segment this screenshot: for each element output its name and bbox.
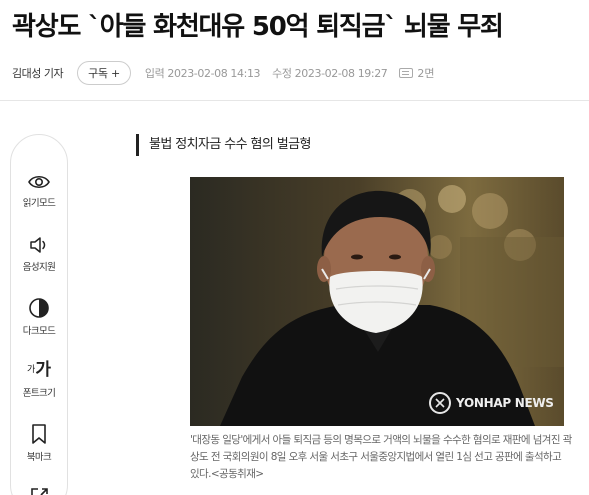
reporter-name[interactable]: 김대성 기자: [12, 65, 64, 81]
article-meta: 김대성 기자 구독 + 입력 2023-02-08 14:13 수정 2023-…: [12, 60, 582, 86]
photo-caption: '대장동 일당'에게서 아들 퇴직금 등의 명목으로 거액의 뇌물을 수수한 혐…: [190, 434, 572, 480]
share-icon: [31, 488, 48, 495]
newspaper-icon: [399, 68, 414, 78]
contrast-icon: [29, 298, 49, 318]
article-photo[interactable]: YONHAP NEWS: [190, 177, 564, 426]
reading-mode-button[interactable]: 읽기모드: [11, 173, 67, 209]
speaker-icon: [30, 237, 46, 253]
article-headline: 곽상도 `아들 화천대유 50억 퇴직금` 뇌물 무죄: [12, 12, 504, 42]
page-number: 2면: [417, 67, 435, 80]
font-size-icon: 가가: [27, 360, 51, 380]
reading-mode-label: 읽기모드: [22, 198, 56, 209]
published-time: 입력 2023-02-08 14:13: [144, 67, 261, 80]
font-size-button[interactable]: 가가 폰트크기: [11, 359, 67, 399]
reading-toolbar: 읽기모드 음성지원 다크모드 가가 폰트크기 북마크: [10, 134, 68, 495]
article-subheading: 불법 정치자금 수수 혐의 벌금형: [136, 134, 311, 156]
subscribe-button[interactable]: 구독 +: [77, 61, 131, 85]
share-button[interactable]: [11, 485, 67, 495]
eye-icon: [28, 175, 50, 189]
dark-mode-label: 다크모드: [22, 326, 56, 337]
bookmark-button[interactable]: 북마크: [11, 423, 67, 463]
voice-support-label: 음성지원: [22, 262, 56, 273]
news-photo-illustration: [190, 177, 564, 426]
header-divider: [0, 100, 589, 101]
font-size-label: 폰트크기: [22, 388, 56, 399]
bookmark-label: 북마크: [26, 452, 52, 463]
voice-support-button[interactable]: 음성지원: [11, 235, 67, 273]
dark-mode-button[interactable]: 다크모드: [11, 297, 67, 337]
photo-watermark: YONHAP NEWS: [456, 396, 554, 410]
updated-time: 수정 2023-02-08 19:27: [272, 67, 388, 80]
bookmark-icon: [32, 424, 46, 444]
